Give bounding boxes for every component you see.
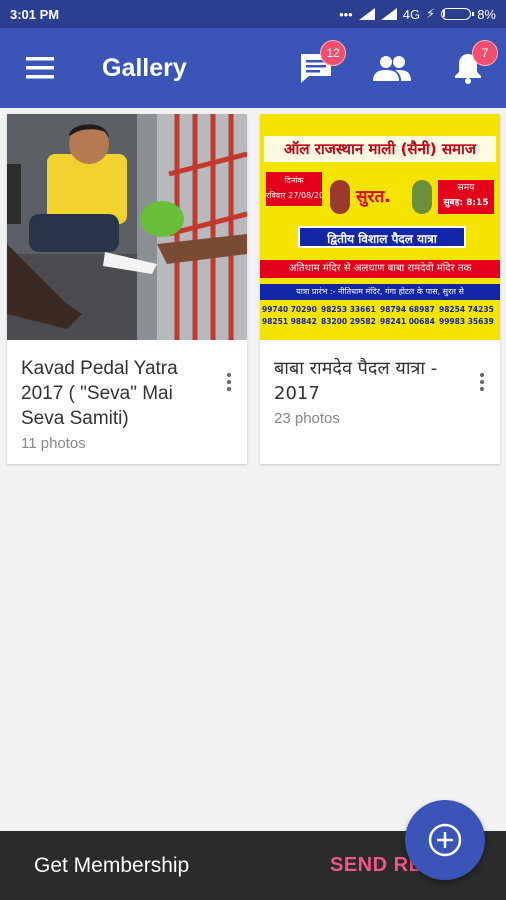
notifications-button[interactable]: 7 — [430, 28, 506, 108]
page-title: Gallery — [102, 53, 187, 82]
poster-phone: 99740 70290 — [262, 305, 317, 314]
poster-route: अतिथाम मंदिर से अलथाण बाबा रामदेवी मंदिर… — [260, 260, 500, 278]
poster-date-box: दिनांक रविवार 27/08/2017 — [266, 172, 322, 206]
album-card[interactable]: Kavad Pedal Yatra 2017 ( "Seva" Mai Seva… — [7, 114, 247, 464]
add-fab-button[interactable] — [405, 800, 485, 880]
members-button[interactable] — [354, 28, 430, 108]
menu-icon — [26, 57, 54, 79]
album-title: बाबा रामदेव पैदल यात्रा - 2017 — [274, 358, 438, 404]
more-options-icon[interactable] — [217, 368, 241, 396]
album-thumbnail[interactable]: ऑल राजस्थान माली (सैनी) समाज दिनांक रविव… — [260, 114, 500, 340]
album-title: Kavad Pedal Yatra 2017 ( "Seva" Mai Seva… — [21, 358, 178, 429]
poster-yatra-banner: द्वितीय विशाल पैदल यात्रा — [298, 226, 466, 248]
poster-time: सुबह: 8:15 — [443, 198, 489, 208]
poster-phone: 99983 35639 — [439, 317, 494, 326]
poster-time-label: समय — [457, 183, 475, 193]
get-membership-button[interactable]: Get Membership — [34, 854, 189, 878]
poster-header: ऑल राजस्थान माली (सैनी) समाज — [264, 136, 496, 162]
status-time: 3:01 PM — [10, 6, 60, 22]
messages-badge: 12 — [320, 40, 346, 66]
poster-avatar — [330, 180, 350, 214]
photo-image — [7, 114, 247, 340]
network-type: 4G — [402, 6, 421, 22]
poster-image: ऑल राजस्थान माली (सैनी) समाज दिनांक रविव… — [260, 114, 500, 340]
charging-icon: ⚡ — [426, 6, 436, 21]
status-indicators: ••• 4G ⚡ 8% — [339, 6, 496, 22]
signal-icon — [380, 8, 397, 20]
status-bar: 3:01 PM ••• 4G ⚡ 8% — [0, 0, 506, 28]
battery-percent: 8% — [477, 6, 496, 22]
poster-place: यात्रा प्रारंभ :- नीतिधाम मंदिर, गंगा हो… — [260, 284, 500, 300]
poster-time-box: समय सुबह: 8:15 — [438, 180, 494, 214]
poster-city: सुरत. — [356, 187, 391, 207]
signal-icon — [358, 8, 375, 20]
poster-phone: 98254 74235 — [439, 305, 494, 314]
poster-phone: 98241 00684 — [380, 317, 435, 326]
poster-phone: 98253 33661 — [321, 305, 376, 314]
album-photo-count: 23 photos — [274, 410, 340, 427]
poster-date-label: दिनांक — [284, 176, 304, 185]
poster-avatar — [412, 180, 432, 214]
album-card[interactable]: ऑल राजस्थान माली (सैनी) समाज दिनांक रविव… — [260, 114, 500, 464]
album-info: बाबा रामदेव पैदल यात्रा - 2017 23 photos — [260, 340, 500, 427]
messages-button[interactable]: 12 — [278, 28, 354, 108]
app-actions: 12 7 — [278, 28, 506, 108]
poster-phone: 83200 29582 — [321, 317, 376, 326]
menu-button[interactable] — [0, 28, 80, 108]
group-icon — [373, 56, 411, 81]
poster-phone: 98251 98842 — [262, 317, 317, 326]
album-info: Kavad Pedal Yatra 2017 ( "Seva" Mai Seva… — [7, 340, 247, 452]
album-thumbnail[interactable] — [7, 114, 247, 340]
notifications-badge: 7 — [472, 40, 498, 66]
poster-phones: 99740 70290 98253 33661 98794 68987 9825… — [262, 304, 498, 328]
app-bar: Gallery 12 7 — [0, 28, 506, 108]
poster-phone: 98794 68987 — [380, 305, 435, 314]
more-options-icon[interactable] — [470, 368, 494, 396]
album-photo-count: 11 photos — [21, 435, 86, 452]
add-circle-icon — [428, 823, 462, 857]
poster-date: रविवार 27/08/2017 — [266, 191, 322, 200]
battery-icon — [441, 8, 475, 20]
dots-icon: ••• — [339, 6, 353, 22]
